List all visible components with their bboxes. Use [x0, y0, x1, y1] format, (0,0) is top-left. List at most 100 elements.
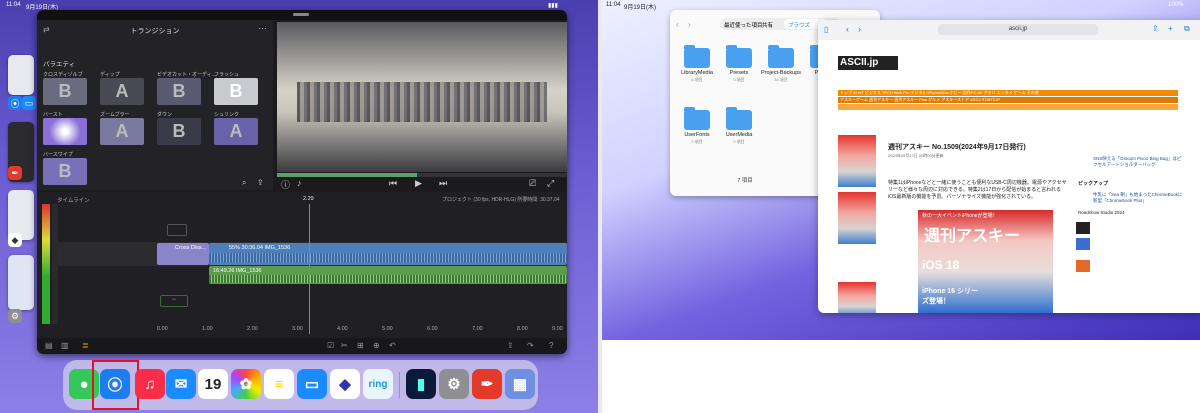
side-thumb[interactable]: [1076, 260, 1090, 272]
calendar-app-icon[interactable]: 19: [198, 369, 228, 399]
transition-thumb[interactable]: B: [157, 78, 201, 105]
transition-clip[interactable]: Cross Diss...: [157, 243, 209, 265]
site-nav[interactable]: トップ AI IoT ビジネス TECH Web Pro デジタル iPhone…: [838, 90, 1178, 96]
url-bar[interactable]: ascii.jp: [938, 24, 1098, 35]
settings-icon[interactable]: ⚙: [8, 309, 22, 323]
site-subnav-2[interactable]: [838, 104, 1178, 110]
safari-toolbar: ▯ ‹ › ascii.jp ⇪ + ⧉: [818, 20, 1200, 40]
magazine-cover[interactable]: 秋の一大イベントiPhoneが登場！ 週刊アスキー iOS 18 iPhone …: [918, 210, 1053, 313]
sidebar-icon[interactable]: ▯: [824, 25, 828, 34]
slide-over-window[interactable]: [8, 55, 34, 95]
cover-headline: 週刊アスキー: [924, 228, 1021, 245]
folder-icon[interactable]: [684, 107, 710, 130]
library-icon[interactable]: ▥: [61, 341, 69, 350]
side-link[interactable]: SNS映える「Glooom Pixoo Bing Bag」はピクセルアートショル…: [1093, 156, 1183, 168]
article-date: 2024年09月17日 20時00分更新: [888, 153, 944, 158]
redo-icon[interactable]: ↷: [527, 341, 534, 350]
folder-icon[interactable]: [768, 45, 794, 68]
magazine-thumb[interactable]: [838, 282, 876, 313]
files-icon[interactable]: ▭: [22, 96, 36, 110]
transition-thumb[interactable]: B: [214, 78, 258, 105]
folder-icon[interactable]: [726, 107, 752, 130]
magazine-thumb[interactable]: [838, 135, 876, 187]
site-subnav[interactable]: アスキーゲーム 週刊アスキー 週刊アスキー Plus グルメ アスキーストア A…: [838, 97, 1178, 103]
lumafusion-recent-icon[interactable]: ▮: [406, 369, 436, 399]
app-library-icon[interactable]: ▦: [505, 369, 535, 399]
transition-thumb[interactable]: [43, 118, 87, 145]
lumafusion-icon[interactable]: ◆: [8, 233, 22, 247]
folder-icon[interactable]: [684, 45, 710, 68]
new-tab-icon[interactable]: +: [1168, 24, 1173, 33]
timeline-icon[interactable]: ≣: [82, 341, 89, 350]
fullscreen-icon[interactable]: ⤢: [547, 178, 554, 189]
folder-count: 0 項目: [733, 139, 745, 144]
undo-icon[interactable]: ↶: [389, 341, 396, 350]
cover-line: 秋の一大イベントiPhoneが登場！: [922, 213, 998, 219]
window-handle[interactable]: [293, 13, 309, 16]
folder-count: 0 項目: [733, 77, 745, 82]
step-forward-icon[interactable]: ⏭: [439, 178, 447, 189]
forward-icon[interactable]: ›: [858, 24, 861, 34]
slide-over-window[interactable]: [8, 255, 34, 310]
side-link[interactable]: 牛乳に「Sea 朝」も始まったChromeBookに新型「Chromebook …: [1093, 192, 1183, 204]
export-icon[interactable]: ⇪: [257, 178, 264, 187]
add-icon[interactable]: ⊕: [373, 341, 380, 350]
transition-thumb[interactable]: B: [43, 158, 87, 185]
side-thumb[interactable]: [1076, 238, 1090, 250]
transition-thumb[interactable]: A: [214, 118, 258, 145]
transition-label: シュリンク: [214, 112, 240, 118]
safari-app-icon[interactable]: ⦿: [100, 369, 130, 399]
transition-thumb[interactable]: A: [100, 78, 144, 105]
empty-area: [602, 340, 1200, 413]
ruler-tick: 6.00: [427, 326, 438, 332]
share-icon[interactable]: ⇪: [507, 341, 514, 350]
step-back-icon[interactable]: ⏮: [389, 178, 397, 189]
share-icon[interactable]: ⇪: [1152, 24, 1159, 33]
tab-shared[interactable]: 共有: [762, 21, 773, 29]
zoom-icon[interactable]: ⌕: [242, 178, 246, 188]
transition-thumb[interactable]: B: [43, 78, 87, 105]
tabs-icon[interactable]: ⧉: [1184, 24, 1190, 34]
site-logo[interactable]: ASCII.jp: [838, 56, 898, 70]
back-icon[interactable]: ‹: [846, 24, 849, 34]
safari-icon[interactable]: ⦿: [8, 96, 22, 110]
empty-track-slot[interactable]: [167, 224, 187, 236]
more-icon[interactable]: ⋯: [258, 23, 267, 34]
files-app-icon[interactable]: ▭: [297, 369, 327, 399]
notes-app-icon[interactable]: ≡: [264, 369, 294, 399]
transition-thumb[interactable]: A: [100, 118, 144, 145]
info-icon[interactable]: ⓘ: [281, 178, 290, 191]
preview-scrubber[interactable]: [277, 173, 567, 177]
check-icon[interactable]: ☑: [327, 341, 334, 350]
scrubber-fill: [277, 173, 417, 177]
vectornator-icon[interactable]: ✒: [8, 166, 22, 180]
side-link[interactable]: Roadshow Studio 2024: [1078, 210, 1178, 215]
layers-icon[interactable]: ▤: [45, 341, 53, 350]
ruler-tick: 1.00: [202, 326, 213, 332]
airplay-icon[interactable]: ⎚: [529, 178, 536, 189]
lumafusion-app-icon[interactable]: ◆: [330, 369, 360, 399]
add-audio-icon[interactable]: ⇔: [160, 295, 188, 307]
folder-count: 34 項目: [774, 77, 788, 82]
split-icon[interactable]: ⊞: [357, 341, 364, 350]
transition-thumb[interactable]: B: [157, 118, 201, 145]
help-icon[interactable]: ?: [549, 341, 553, 350]
photos-app-icon[interactable]: ✿: [231, 369, 261, 399]
video-clip[interactable]: 55% 30:36.04 IMG_1536: [209, 243, 567, 265]
back-icon[interactable]: ‹: [676, 20, 679, 29]
music-app-icon[interactable]: ♫: [135, 369, 165, 399]
mail-app-icon[interactable]: ✉: [166, 369, 196, 399]
playhead[interactable]: [309, 204, 310, 334]
ring-app-icon[interactable]: ring: [363, 369, 393, 399]
volume-icon[interactable]: ♪: [297, 178, 302, 188]
side-thumb[interactable]: [1076, 222, 1090, 234]
audio-clip[interactable]: 16:49.26 IMG_1536: [209, 266, 567, 284]
settings-app-icon[interactable]: ⚙: [439, 369, 469, 399]
folder-icon[interactable]: [726, 45, 752, 68]
tab-recents[interactable]: 最近使った項目: [724, 21, 763, 29]
vectornator-app-icon[interactable]: ✒: [472, 369, 502, 399]
play-icon[interactable]: ▶: [415, 178, 422, 189]
scissors-icon[interactable]: ✂: [341, 341, 348, 350]
forward-icon[interactable]: ›: [688, 20, 691, 29]
magazine-thumb[interactable]: [838, 192, 876, 244]
